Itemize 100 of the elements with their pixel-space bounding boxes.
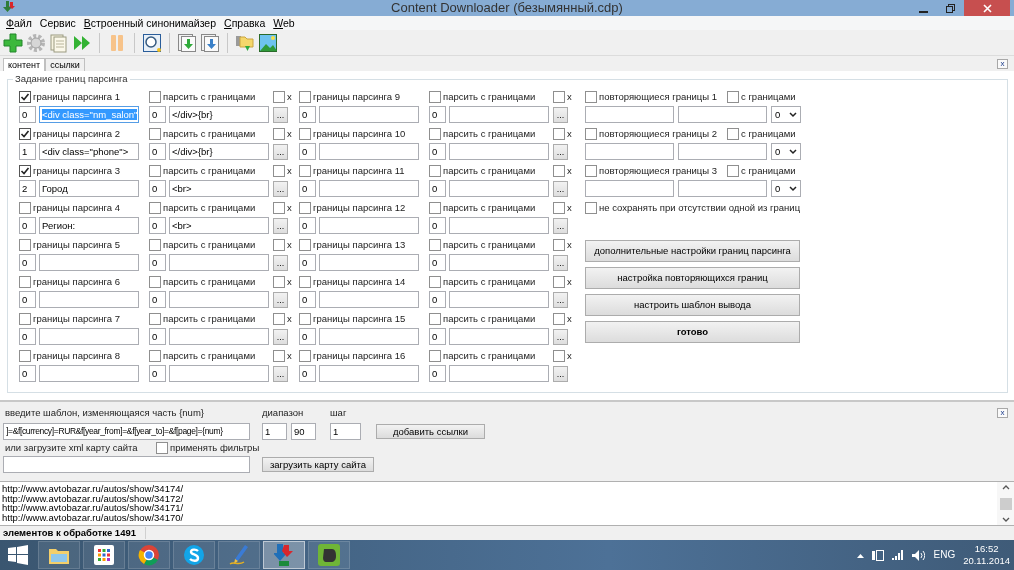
text-field[interactable]: 0	[299, 106, 316, 123]
checkbox[interactable]	[429, 349, 441, 362]
text-field[interactable]: 0	[299, 254, 316, 271]
checkbox[interactable]	[727, 127, 739, 140]
text-field[interactable]: 0	[149, 365, 166, 382]
text-field[interactable]	[678, 180, 767, 197]
text-field[interactable]: <br>	[169, 180, 269, 197]
more-button[interactable]: ...	[553, 291, 568, 308]
checkbox[interactable]	[273, 238, 285, 251]
more-button[interactable]: ...	[273, 180, 288, 197]
text-field[interactable]: 0	[429, 217, 446, 234]
text-field[interactable]	[169, 365, 269, 382]
add-links-button[interactable]: добавить ссылки	[376, 424, 485, 439]
text-field[interactable]	[169, 291, 269, 308]
tab[interactable]: ссылки	[45, 58, 85, 71]
checkbox[interactable]	[553, 127, 565, 140]
text-field[interactable]: 0	[299, 328, 316, 345]
text-field[interactable]: </div>{br}	[169, 106, 269, 123]
checkbox[interactable]	[553, 164, 565, 177]
checkbox[interactable]	[299, 164, 311, 177]
text-field[interactable]: 0	[299, 365, 316, 382]
more-button[interactable]: ...	[553, 328, 568, 345]
text-field[interactable]	[319, 328, 419, 345]
checkbox[interactable]	[553, 238, 565, 251]
text-field[interactable]: 0	[299, 217, 316, 234]
scroll-down-icon[interactable]	[1001, 517, 1010, 523]
checkbox[interactable]	[149, 312, 161, 325]
text-field[interactable]: 0	[429, 328, 446, 345]
checkbox[interactable]	[299, 127, 311, 140]
checkbox[interactable]	[553, 275, 565, 288]
text-field[interactable]: 0	[299, 143, 316, 160]
checkbox[interactable]	[149, 127, 161, 140]
more-button[interactable]: ...	[273, 365, 288, 382]
text-field[interactable]: 0	[149, 254, 166, 271]
checkbox[interactable]	[273, 312, 285, 325]
text-field[interactable]: 0	[19, 106, 36, 123]
volume-icon[interactable]	[912, 549, 926, 561]
checkbox[interactable]	[149, 164, 161, 177]
image-icon[interactable]	[258, 32, 278, 53]
action-button[interactable]: настройка повторяющихся границ	[585, 267, 800, 289]
checkbox[interactable]	[553, 349, 565, 362]
text-field[interactable]: 0	[149, 217, 166, 234]
checkbox[interactable]	[553, 201, 565, 214]
text-field[interactable]	[169, 328, 269, 345]
text-field[interactable]	[319, 365, 419, 382]
text-field[interactable]	[449, 328, 549, 345]
checkbox[interactable]	[585, 90, 597, 103]
text-field[interactable]: Город	[39, 180, 139, 197]
checkbox[interactable]	[299, 312, 311, 325]
checkbox[interactable]	[19, 238, 31, 251]
download-page-icon[interactable]	[200, 32, 220, 53]
close-button[interactable]: x	[997, 408, 1008, 418]
menu-item[interactable]: Файл	[2, 16, 36, 30]
checkbox[interactable]	[585, 201, 597, 214]
more-button[interactable]: ...	[273, 106, 288, 123]
text-field[interactable]	[449, 254, 549, 271]
text-field[interactable]	[39, 328, 139, 345]
text-field[interactable]: 0	[149, 143, 166, 160]
more-button[interactable]: ...	[553, 106, 568, 123]
more-button[interactable]: ...	[273, 143, 288, 160]
load-sitemap-button[interactable]: загрузить карту сайта	[262, 457, 374, 472]
text-field[interactable]: 0	[19, 217, 36, 234]
text-field[interactable]: 0	[19, 365, 36, 382]
checkbox[interactable]	[273, 127, 285, 140]
checkbox[interactable]	[19, 164, 31, 177]
language-indicator[interactable]: ENG	[933, 549, 956, 561]
checkbox[interactable]	[727, 90, 739, 103]
settings-icon[interactable]	[26, 32, 46, 53]
text-field[interactable]	[449, 217, 549, 234]
checkbox[interactable]	[429, 90, 441, 103]
checkbox[interactable]	[299, 201, 311, 214]
text-field[interactable]: 1	[330, 423, 361, 440]
text-field[interactable]: 0	[19, 291, 36, 308]
text-field[interactable]	[319, 106, 419, 123]
checkbox[interactable]	[19, 201, 31, 214]
checkbox[interactable]	[553, 312, 565, 325]
text-field[interactable]	[449, 365, 549, 382]
checkbox[interactable]	[273, 275, 285, 288]
text-field[interactable]: 0	[149, 328, 166, 345]
close-button[interactable]: x	[997, 59, 1008, 69]
more-button[interactable]: ...	[553, 217, 568, 234]
text-field[interactable]	[319, 254, 419, 271]
more-button[interactable]: ...	[273, 217, 288, 234]
checkbox[interactable]	[149, 275, 161, 288]
text-field[interactable]	[449, 180, 549, 197]
checkbox[interactable]	[429, 164, 441, 177]
checkbox[interactable]	[429, 275, 441, 288]
checkbox[interactable]	[429, 201, 441, 214]
taskbar-button[interactable]	[173, 541, 215, 569]
text-field[interactable]	[319, 217, 419, 234]
menu-item[interactable]: Справка	[220, 16, 270, 30]
add-icon[interactable]	[3, 32, 23, 53]
text-field[interactable]	[39, 291, 139, 308]
text-field[interactable]	[585, 180, 674, 197]
text-field[interactable]: 0	[429, 143, 446, 160]
windows-icon[interactable]	[8, 545, 28, 565]
text-field[interactable]: 0	[429, 180, 446, 197]
text-field[interactable]: 0	[429, 291, 446, 308]
text-field[interactable]	[169, 254, 269, 271]
dropdown[interactable]: 0	[771, 143, 801, 160]
